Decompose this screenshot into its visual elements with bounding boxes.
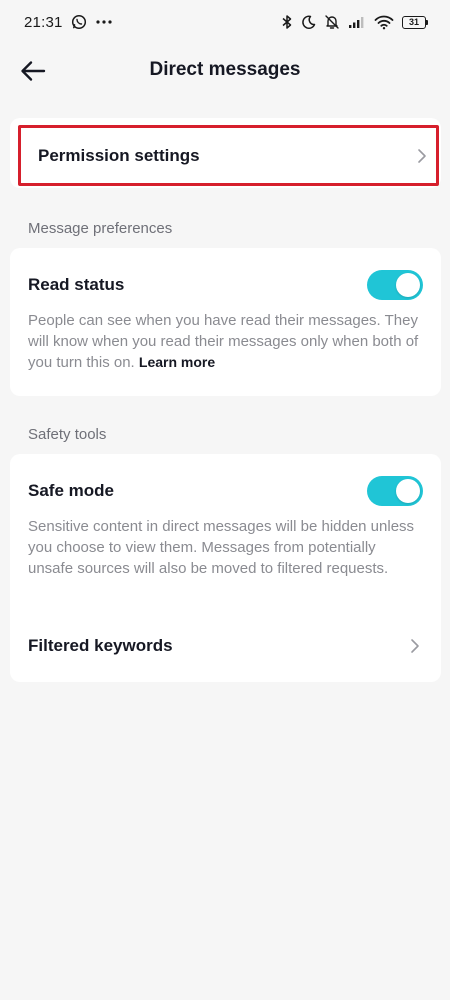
more-dots-icon (95, 19, 113, 25)
toggle-knob (396, 479, 420, 503)
read-status-row: Read status (28, 270, 423, 300)
battery-level: 31 (402, 15, 426, 29)
permission-settings-label: Permission settings (38, 145, 200, 165)
learn-more-link[interactable]: Learn more (139, 354, 215, 370)
wifi-icon (374, 15, 394, 30)
safe-mode-title: Safe mode (28, 481, 114, 500)
filtered-keywords-label: Filtered keywords (28, 636, 173, 655)
status-time: 21:31 (24, 13, 63, 31)
read-status-card: Read status People can see when you have… (10, 248, 441, 396)
moon-icon (301, 15, 316, 30)
permission-settings-row[interactable]: Permission settings (18, 125, 439, 186)
safe-mode-description: Sensitive content in direct messages wil… (28, 518, 415, 577)
safety-tools-card: Safe mode Sensitive content in direct me… (10, 454, 441, 682)
battery-icon: 31 (402, 15, 428, 29)
status-bar-left: 21:31 (24, 14, 113, 31)
back-button[interactable] (18, 56, 48, 86)
read-status-title: Read status (28, 275, 125, 294)
toggle-knob (396, 273, 420, 297)
permission-settings-card: Permission settings (10, 118, 441, 188)
battery-tip (426, 19, 428, 25)
signal-icon (348, 15, 366, 29)
back-arrow-icon (21, 61, 46, 81)
page-title: Direct messages (149, 59, 301, 80)
safe-mode-toggle[interactable] (367, 476, 423, 506)
read-status-description-text: People can see when you have read their … (28, 312, 419, 371)
header: Direct messages (0, 44, 450, 96)
read-status-description: People can see when you have read their … (28, 310, 423, 373)
filtered-keywords-row[interactable]: Filtered keywords (10, 622, 441, 670)
read-status-toggle[interactable] (367, 270, 423, 300)
chevron-right-icon (414, 146, 430, 166)
status-bar-right: 31 (281, 14, 428, 30)
whatsapp-icon (71, 14, 87, 30)
section-label-message-preferences: Message preferences (28, 220, 173, 237)
chevron-right-icon (407, 636, 423, 656)
status-bar: 21:31 31 (0, 0, 450, 44)
safe-mode-row: Safe mode (28, 476, 423, 506)
mute-icon (324, 14, 340, 30)
section-label-safety-tools: Safety tools (28, 426, 107, 443)
bluetooth-icon (281, 14, 293, 30)
